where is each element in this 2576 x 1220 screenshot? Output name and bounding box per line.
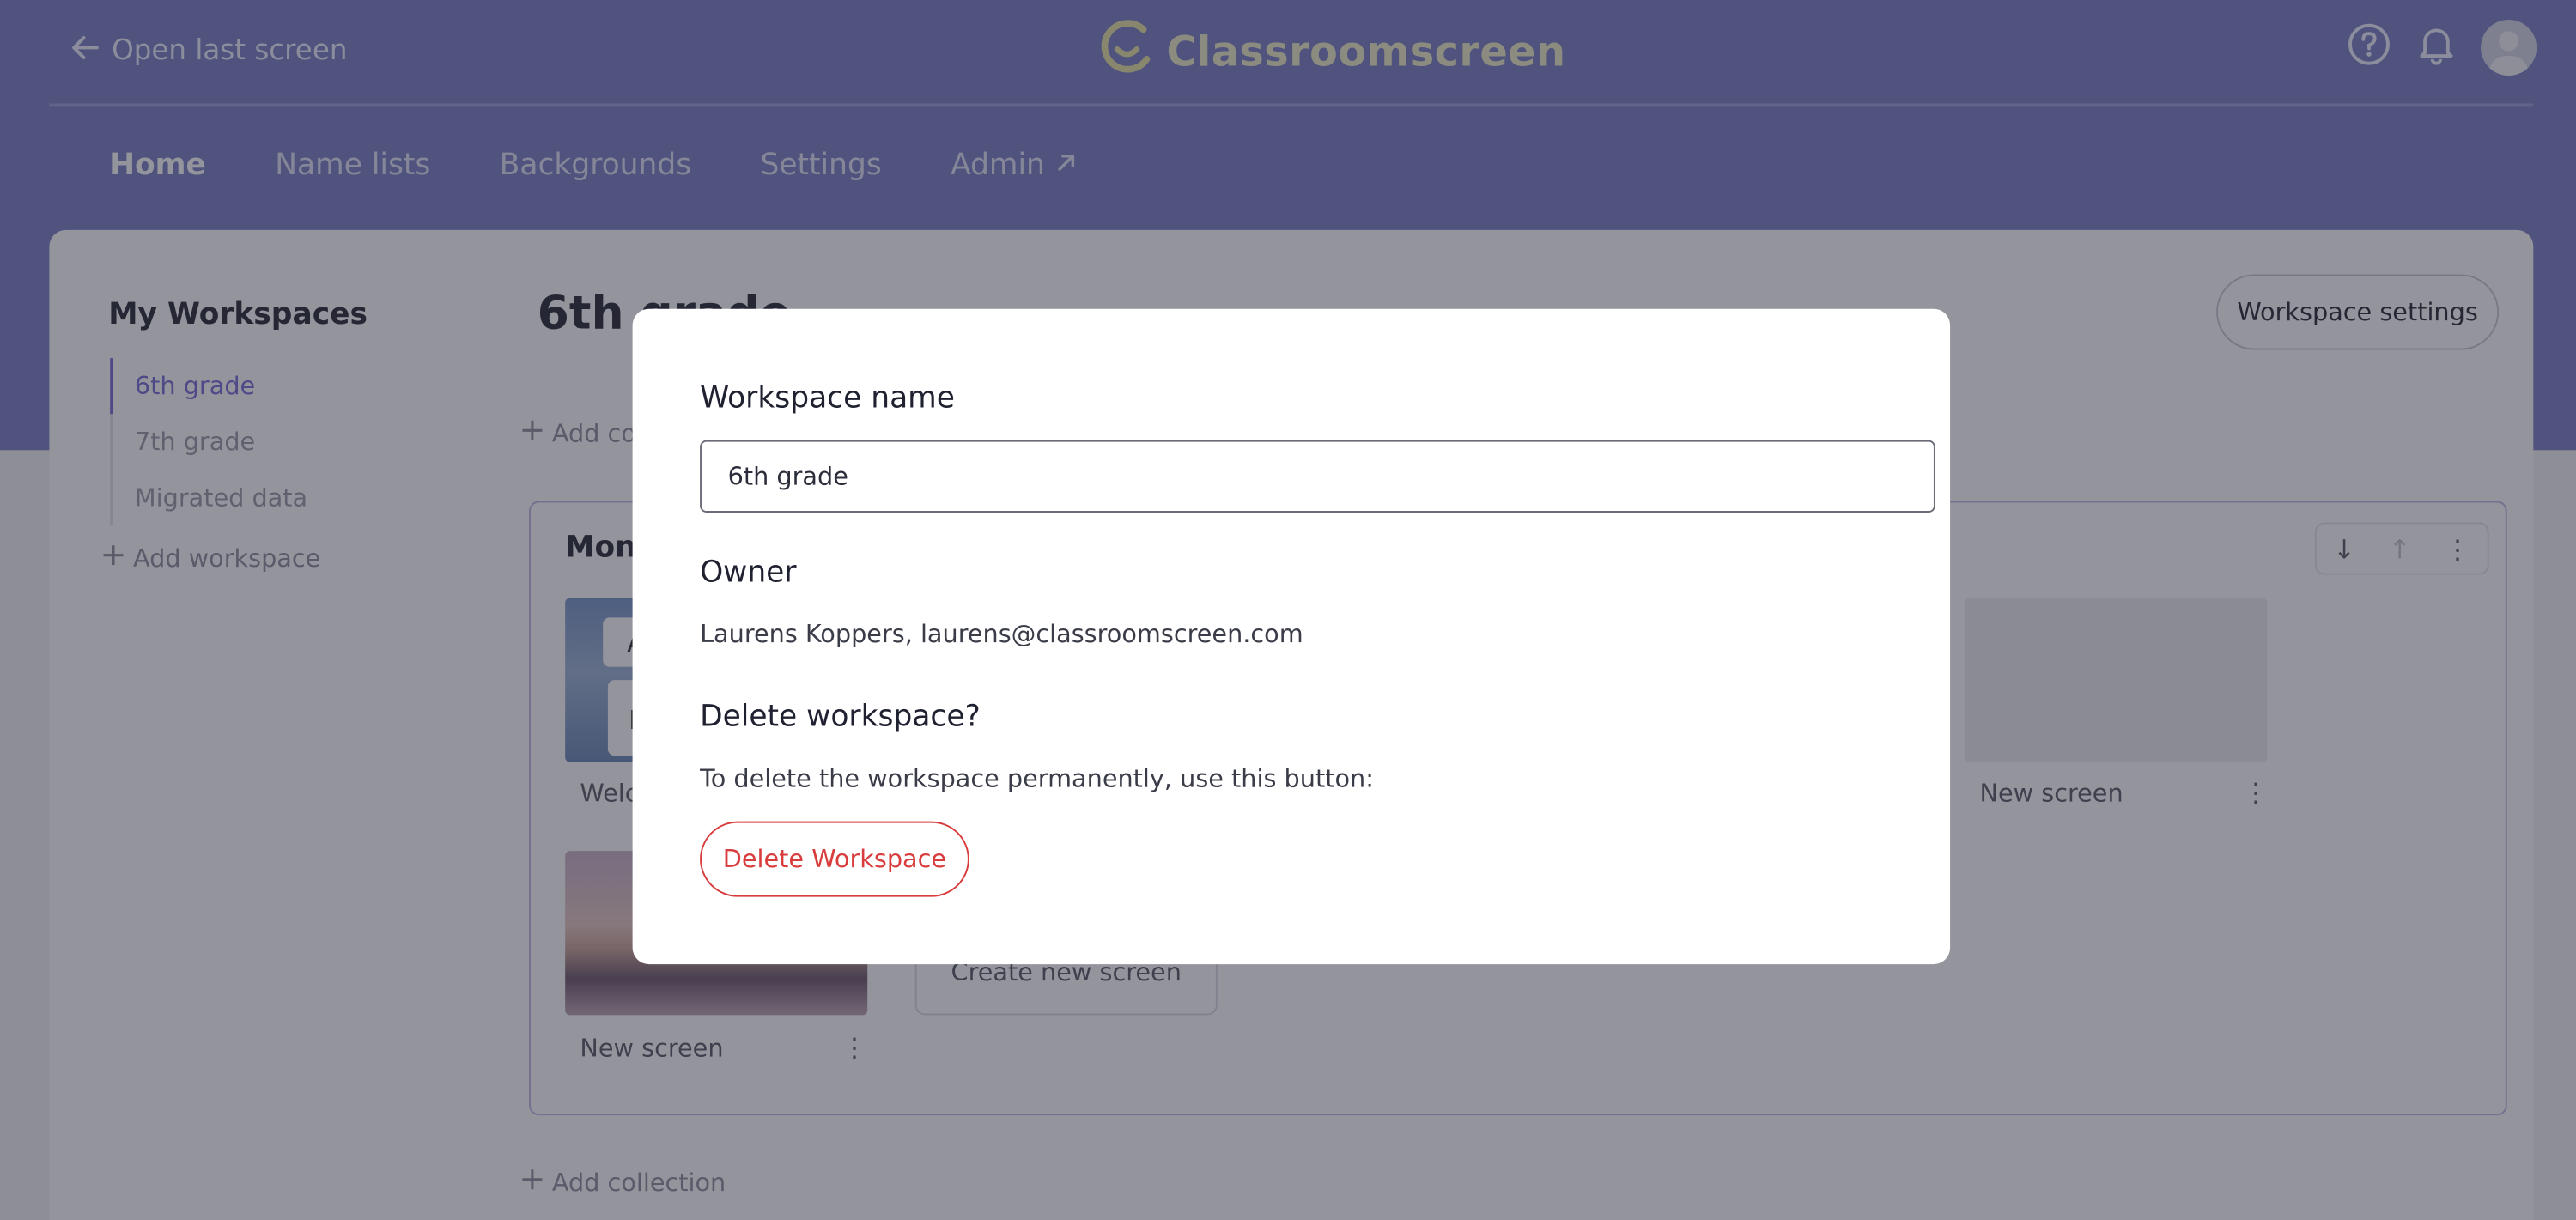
workspace-name-input[interactable] xyxy=(700,440,1935,513)
delete-workspace-button[interactable]: Delete Workspace xyxy=(700,821,969,897)
workspace-settings-modal: Workspace name Owner Laurens Koppers, la… xyxy=(632,308,1951,965)
owner-value: Laurens Koppers, laurens@classroomscreen… xyxy=(700,619,1303,649)
delete-workspace-heading: Delete workspace? xyxy=(700,700,981,735)
workspace-name-label: Workspace name xyxy=(700,380,955,416)
delete-workspace-text: To delete the workspace permanently, use… xyxy=(700,763,1374,794)
owner-label: Owner xyxy=(700,555,797,590)
app-root: Open last screen Classroomscreen Home Na… xyxy=(0,0,2576,1220)
